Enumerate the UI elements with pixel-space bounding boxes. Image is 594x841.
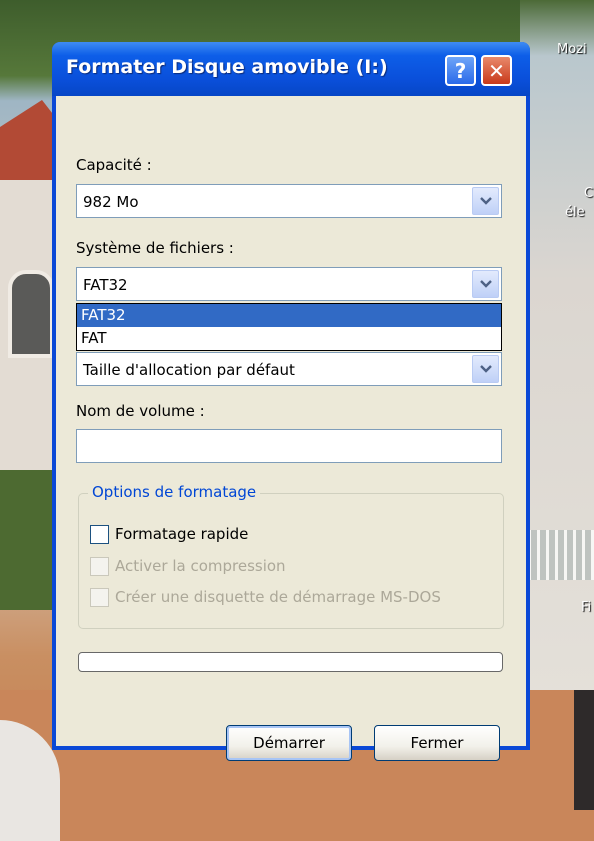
- file-system-select[interactable]: FAT32: [76, 267, 502, 301]
- format-progress-bar: [78, 652, 503, 672]
- volume-name-label: Nom de volume :: [76, 402, 205, 420]
- chevron-down-icon[interactable]: [472, 270, 499, 298]
- chevron-down-icon[interactable]: [472, 187, 499, 215]
- compression-option: Activer la compression: [90, 555, 286, 577]
- dropdown-option-fat32[interactable]: FAT32: [77, 304, 501, 327]
- close-button[interactable]: Fermer: [374, 725, 500, 761]
- help-icon: ?: [454, 58, 467, 83]
- volume-name-input[interactable]: [76, 429, 502, 463]
- allocation-size-select[interactable]: Taille d'allocation par défaut: [76, 352, 502, 386]
- background-window: [8, 270, 54, 358]
- desktop-icon-label-c[interactable]: C: [584, 186, 593, 201]
- format-options-title: Options de formatage: [88, 483, 261, 501]
- close-icon: ✕: [488, 58, 505, 83]
- dialog-body: Capacité : 982 Mo Système de fichiers : …: [56, 96, 526, 761]
- capacity-label: Capacité :: [76, 156, 152, 174]
- window-title: Formater Disque amovible (I:): [66, 56, 388, 78]
- allocation-size-value: Taille d'allocation par défaut: [83, 361, 295, 379]
- background-dark-object: [574, 690, 594, 810]
- msdos-disk-option: Créer une disquette de démarrage MS-DOS: [90, 586, 441, 608]
- msdos-disk-checkbox: [90, 587, 109, 607]
- help-button[interactable]: ?: [445, 55, 476, 86]
- format-dialog: Formater Disque amovible (I:) ? ✕ Capaci…: [52, 42, 530, 761]
- background-building-right: [520, 0, 594, 700]
- start-button[interactable]: Démarrer: [226, 725, 352, 761]
- quick-format-label[interactable]: Formatage rapide: [115, 525, 248, 543]
- quick-format-checkbox[interactable]: [90, 524, 109, 544]
- background-bush: [0, 470, 60, 610]
- compression-checkbox: [90, 556, 109, 576]
- desktop-icon-label-fi[interactable]: Fi: [581, 600, 591, 615]
- dropdown-option-fat[interactable]: FAT: [77, 327, 501, 350]
- capacity-select[interactable]: 982 Mo: [76, 184, 502, 218]
- background-fence: [528, 530, 594, 580]
- desktop-icon-label-mozilla[interactable]: Mozi: [557, 42, 587, 57]
- capacity-value: 982 Mo: [83, 193, 139, 211]
- file-system-dropdown-list: FAT32 FAT: [76, 303, 502, 351]
- file-system-label: Système de fichiers :: [76, 239, 234, 257]
- desktop-icon-label-ele[interactable]: éle: [565, 205, 585, 220]
- close-window-button[interactable]: ✕: [481, 55, 512, 86]
- title-bar[interactable]: Formater Disque amovible (I:) ? ✕: [52, 42, 530, 96]
- file-system-value: FAT32: [83, 276, 128, 294]
- chevron-down-icon[interactable]: [472, 355, 499, 383]
- quick-format-option[interactable]: Formatage rapide: [90, 523, 248, 545]
- compression-label: Activer la compression: [115, 557, 286, 575]
- msdos-disk-label: Créer une disquette de démarrage MS-DOS: [115, 588, 441, 606]
